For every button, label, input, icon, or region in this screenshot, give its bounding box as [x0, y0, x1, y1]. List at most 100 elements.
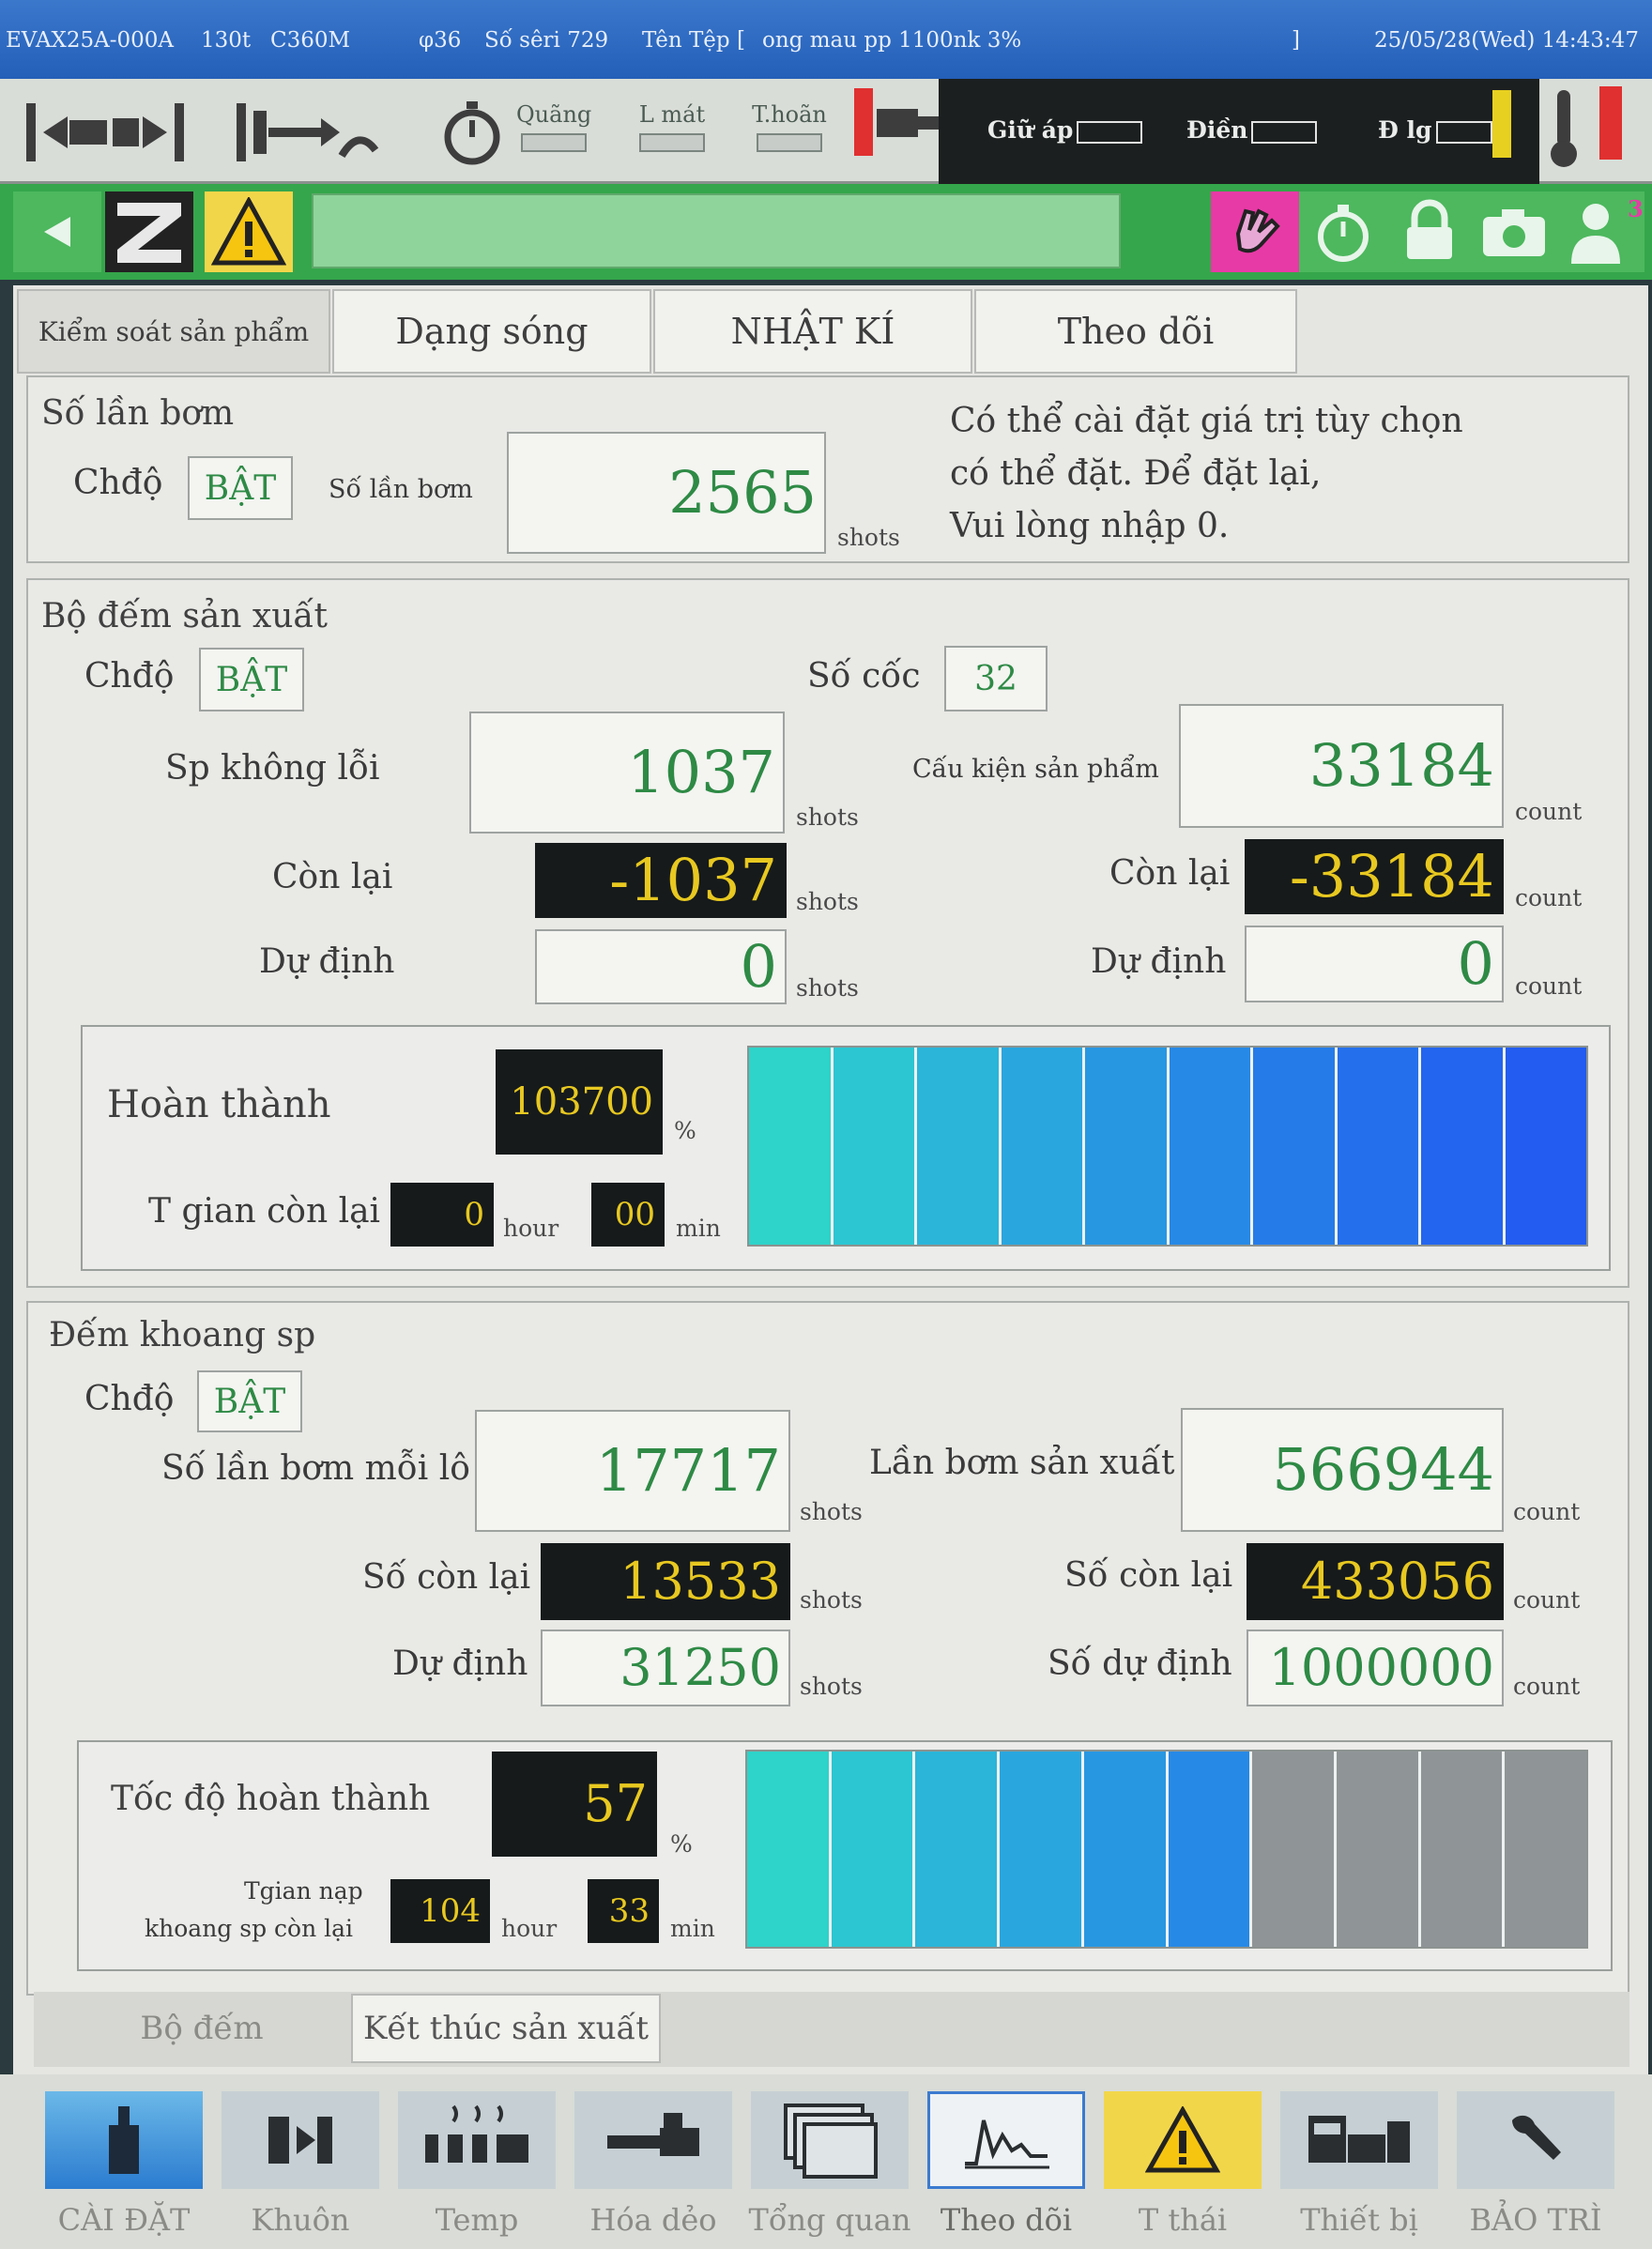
- user-level-badge: 3: [1628, 195, 1644, 222]
- progress-segment: [1505, 1048, 1586, 1245]
- progress-segment: [1000, 1752, 1084, 1947]
- camera-button[interactable]: [1470, 191, 1558, 272]
- subtab-counter[interactable]: Bộ đếm: [47, 1994, 357, 2063]
- progress-segment: [1169, 1048, 1253, 1245]
- nav-mold[interactable]: Khuôn: [216, 2084, 385, 2243]
- charge-time-label-line-2: khoang sp còn lại: [145, 1915, 354, 1942]
- machine-toolbar: Quãng L mát T.hoãn Giữ áp Điền Đ lg: [0, 79, 1652, 184]
- charge-time-label-line-1: Tgian nạp: [244, 1877, 363, 1905]
- tab-waveform[interactable]: Dạng sóng: [332, 289, 651, 374]
- ejector-icon: [237, 103, 379, 161]
- nav-maintenance[interactable]: BẢO TRÌ: [1451, 2084, 1620, 2243]
- production-planned-value[interactable]: 1000000: [1247, 1629, 1504, 1706]
- overview-icon: [751, 2091, 909, 2189]
- production-counter-section: Bộ đếm sản xuất Chđộ BẬT Số cốc 32 Sp kh…: [26, 578, 1629, 1288]
- production-mode-label: Chđộ: [84, 657, 175, 696]
- nav-label: T thái: [1138, 2202, 1228, 2238]
- injection-note-line-2: có thể đặt. Để đặt lại,: [950, 454, 1322, 493]
- tab-monitor[interactable]: Theo dõi: [974, 289, 1297, 374]
- nav-status[interactable]: T thái: [1098, 2084, 1267, 2243]
- charge-hours-unit: hour: [501, 1915, 558, 1942]
- subtab-end-production[interactable]: Kết thúc sản xuất: [351, 1994, 661, 2063]
- injection-mode-toggle[interactable]: BẬT: [188, 456, 293, 520]
- process-status-panel: Giữ áp Điền Đ lg: [939, 79, 1539, 184]
- production-mode-toggle[interactable]: BẬT: [199, 648, 304, 711]
- progress-segment: [1337, 1048, 1421, 1245]
- lock-button[interactable]: [1385, 191, 1474, 272]
- nav-label: Theo dõi: [940, 2202, 1073, 2238]
- camera-icon: [1483, 209, 1545, 256]
- good-products-label: Sp không lỗi: [165, 749, 380, 788]
- cavity-planned-value[interactable]: 31250: [541, 1629, 790, 1706]
- completion-speed-panel: Tốc độ hoàn thành 57 % Tgian nạp khoang …: [77, 1740, 1613, 1971]
- completion-speed-unit: %: [670, 1830, 693, 1858]
- cavity-mode-label: Chđộ: [84, 1380, 175, 1418]
- nav-equipment[interactable]: Thiết bị: [1275, 2084, 1444, 2243]
- monitor-icon: [927, 2091, 1085, 2189]
- injection-count-value[interactable]: 2565: [507, 432, 826, 554]
- remaining-minutes-value: 00: [591, 1183, 665, 1247]
- completion-panel: Hoàn thành 103700 % T gian còn lại 0 hou…: [81, 1025, 1611, 1271]
- part-count-unit: count: [1515, 798, 1583, 825]
- nav-temperature[interactable]: Temp: [392, 2084, 561, 2243]
- progress-segment: [1085, 1048, 1170, 1245]
- nav-label: Hóa dẻo: [589, 2202, 717, 2238]
- remaining-parts-unit: count: [1515, 884, 1583, 911]
- progress-segment: [749, 1048, 834, 1245]
- delay-label: T.hoãn: [752, 101, 827, 128]
- cavity-count-label: Số cốc: [807, 657, 921, 696]
- metering-label: Đ lg: [1378, 116, 1432, 144]
- nav-label: Thiết bị: [1300, 2202, 1418, 2238]
- nav-overview[interactable]: Tổng quan: [745, 2084, 914, 2243]
- progress-segment: [917, 1048, 1002, 1245]
- part-count-value[interactable]: 33184: [1179, 704, 1504, 828]
- planned-parts-unit: count: [1515, 972, 1583, 1000]
- stopwatch-button[interactable]: [1299, 191, 1387, 272]
- cavity-remaining-label: Số còn lại: [362, 1558, 531, 1597]
- injection-mode-label: Chđộ: [73, 464, 163, 502]
- nav-monitor[interactable]: Theo dõi: [922, 2084, 1091, 2243]
- production-shots-value[interactable]: 566944: [1181, 1408, 1504, 1532]
- status-bar: EVAX25A-000A 130t C360M φ36 Số sêri 729 …: [0, 0, 1652, 79]
- manual-mode-button[interactable]: [1211, 191, 1299, 272]
- shots-per-lot-unit: shots: [800, 1498, 863, 1525]
- delay-indicator: T.hoãn: [747, 101, 832, 152]
- remaining-hours-unit: hour: [503, 1215, 559, 1242]
- planned-shots-value[interactable]: 0: [535, 929, 787, 1004]
- cavity-mode-toggle[interactable]: BẬT: [197, 1370, 302, 1432]
- nav-plasticize[interactable]: Hóa dẻo: [569, 2084, 738, 2243]
- setup-icon: [45, 2091, 203, 2189]
- charge-hours-value: 104: [390, 1879, 490, 1943]
- planned-parts-value[interactable]: 0: [1245, 926, 1504, 1002]
- part-count-label: Cấu kiện sản phẩm: [912, 755, 1159, 784]
- cavity-count-value[interactable]: 32: [944, 646, 1048, 711]
- remaining-parts-value: -33184: [1245, 839, 1504, 914]
- nav-label: CÀI ĐẶT: [57, 2202, 191, 2238]
- subtab-label: Bộ đếm: [140, 2010, 264, 2047]
- mold-open-close-icon: [26, 103, 184, 161]
- message-display: [312, 193, 1121, 268]
- zero-button[interactable]: [105, 191, 193, 272]
- tab-product-control[interactable]: Kiểm soát sản phẩm: [17, 289, 330, 374]
- temperature-icon: [398, 2091, 556, 2189]
- timer-icon: [444, 101, 500, 165]
- back-button[interactable]: [13, 191, 101, 272]
- mold-icon: [222, 2091, 379, 2189]
- alarm-button[interactable]: [205, 191, 293, 272]
- progress-segment: [1252, 1752, 1337, 1947]
- user-button[interactable]: 3: [1556, 191, 1644, 272]
- nav-setup[interactable]: CÀI ĐẶT: [39, 2084, 208, 2243]
- stopwatch-icon: [1318, 205, 1369, 262]
- progress-segment: [1168, 1752, 1253, 1947]
- shots-per-lot-value[interactable]: 17717: [475, 1410, 790, 1532]
- screw-diameter: φ36: [419, 28, 462, 53]
- warning-icon: [211, 197, 286, 266]
- production-remaining-unit: count: [1513, 1586, 1581, 1614]
- bottom-navigation: CÀI ĐẶT Khuôn Temp Hóa dẻo Tổng quan The…: [0, 2074, 1652, 2249]
- completion-speed-label: Tốc độ hoàn thành: [111, 1780, 431, 1818]
- alarm-lamp: [854, 88, 873, 156]
- product-control-panel: Kiểm soát sản phẩm Dạng sóng NHẬT KÍ The…: [13, 285, 1648, 2074]
- good-products-value[interactable]: 1037: [469, 711, 785, 834]
- tab-log[interactable]: NHẬT KÍ: [653, 289, 972, 374]
- progress-segment: [1001, 1048, 1085, 1245]
